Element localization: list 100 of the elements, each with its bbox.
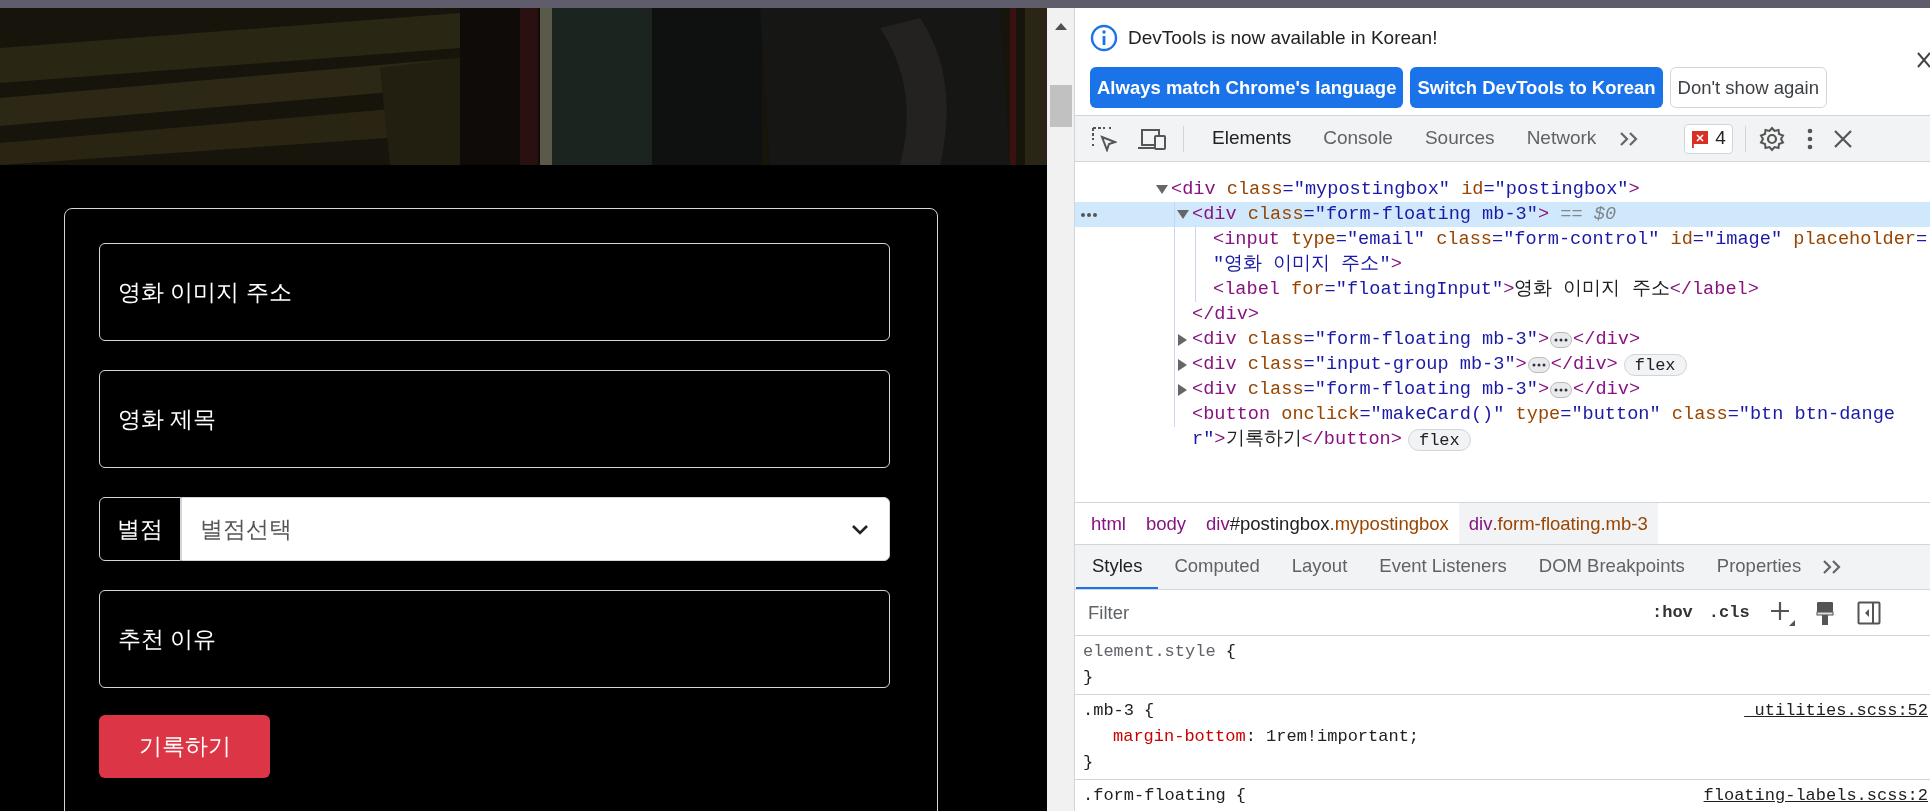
filter-toggle-button[interactable]: .cls <box>1703 599 1755 626</box>
caret-icon <box>851 523 869 535</box>
code-token: > <box>1537 328 1550 352</box>
styles-pane-tab[interactable]: DOM Breakpoints <box>1522 545 1701 589</box>
select-value: 별점선택 <box>200 514 292 544</box>
scrollbar-thumb[interactable] <box>1050 85 1072 127</box>
scroll-up-icon[interactable] <box>1055 22 1067 30</box>
code-token: class <box>1246 378 1304 402</box>
code-token: ="button" <box>1560 403 1661 427</box>
code-token: </label> <box>1669 278 1759 302</box>
source-link[interactable]: _utilities.scss:52 <box>1744 698 1928 724</box>
kebab-menu-icon[interactable] <box>1806 127 1813 150</box>
code-token: class <box>1435 228 1492 252</box>
code-token: "영화 이미지 주소" <box>1213 253 1391 277</box>
code-token: > <box>1503 278 1515 302</box>
code-token: </div> <box>1550 353 1618 377</box>
code-token: r" <box>1192 428 1215 452</box>
code-token: placeholder <box>1792 228 1916 252</box>
settings-icon[interactable] <box>1758 125 1785 152</box>
css-brace: { <box>1235 786 1247 805</box>
select-field[interactable]: 별점선택 <box>181 497 890 561</box>
code-token: class <box>1670 403 1728 427</box>
code-token: 영화 이미지 주소 <box>1514 278 1670 302</box>
device-toggle-icon[interactable] <box>1137 126 1167 151</box>
devtools-tab[interactable]: Sources <box>1408 116 1511 161</box>
css-selector: element.style <box>1083 642 1216 661</box>
breadcrumb-item[interactable]: div.form-floating.mb-3 <box>1458 503 1658 544</box>
input-field[interactable]: 추천 이유 <box>99 590 890 688</box>
css-selector: .mb-3 <box>1083 701 1134 720</box>
styles-pane-tab[interactable]: Styles <box>1076 545 1159 589</box>
code-token: ="form-floating mb-3" <box>1303 328 1538 352</box>
code-token: class <box>1246 353 1304 377</box>
code-token: onclick <box>1280 403 1360 427</box>
notice-text: DevTools is now available in Korean! <box>1128 25 1438 50</box>
code-token: class <box>1246 328 1304 352</box>
notice-button[interactable]: Don't show again <box>1669 67 1827 108</box>
styles-pane-tab[interactable]: Properties <box>1700 545 1818 589</box>
code-token: ="input-group mb-3" <box>1303 353 1516 377</box>
code-token: type <box>1290 228 1336 252</box>
code-token: </button> <box>1301 428 1402 452</box>
code-token: 기록하기 <box>1225 428 1302 452</box>
code-token: ="form-floating mb-3" <box>1303 203 1538 227</box>
code-token: class <box>1246 203 1304 227</box>
code-token: ="floatingInput" <box>1324 278 1504 302</box>
paint-brush-icon[interactable] <box>1814 599 1835 626</box>
code-token: <div <box>1192 353 1237 377</box>
flex-badge[interactable]: flex <box>1623 353 1687 376</box>
ellipsis-icon[interactable] <box>1527 356 1550 373</box>
code-token: </div> <box>1573 328 1641 352</box>
inspect-icon[interactable] <box>1091 125 1117 152</box>
sidebar-toggle-icon[interactable] <box>1856 600 1881 625</box>
code-token: > <box>1515 353 1527 377</box>
styles-pane-tab[interactable]: Layout <box>1275 545 1364 589</box>
code-token: > <box>1214 428 1226 452</box>
devtools-tab[interactable]: Console <box>1307 116 1409 161</box>
error-count-button[interactable]: 4 <box>1684 123 1733 154</box>
breadcrumb-item[interactable]: body <box>1135 503 1197 544</box>
notice-button[interactable]: Always match Chrome's language <box>1090 67 1404 108</box>
code-token: ="image" <box>1692 228 1783 252</box>
source-link[interactable]: floating-labels.scss:2 <box>1703 783 1928 809</box>
code-token: > <box>1537 203 1550 227</box>
css-value: : 1rem!important; <box>1245 727 1420 746</box>
ellipsis-icon[interactable] <box>1550 331 1573 348</box>
code-token: ="mypostingbox" <box>1282 178 1450 202</box>
add-rule-icon[interactable] <box>1768 599 1795 626</box>
breadcrumb-item[interactable]: div#postingbox.mypostingbox <box>1196 503 1459 544</box>
node-actions-icon[interactable] <box>1080 212 1098 218</box>
css-brace: } <box>1083 752 1095 774</box>
devtools-tab[interactable]: Elements <box>1196 116 1308 161</box>
code-token: == $0 <box>1559 203 1617 227</box>
error-flag-icon <box>1691 129 1710 148</box>
code-token: > <box>1390 253 1402 277</box>
code-token: </div> <box>1192 304 1259 325</box>
ellipsis-icon[interactable] <box>1550 381 1573 398</box>
submit-button[interactable]: 기록하기 <box>99 715 270 778</box>
code-token: ="form-floating mb-3" <box>1303 378 1538 402</box>
close-icon[interactable] <box>1832 128 1853 149</box>
input-field[interactable]: 영화 이미지 주소 <box>99 243 890 341</box>
input-field[interactable]: 영화 제목 <box>99 370 890 468</box>
styles-pane-tab[interactable]: Computed <box>1158 545 1276 589</box>
notice-button[interactable]: Switch DevTools to Korean <box>1410 67 1663 108</box>
scrollbar[interactable] <box>1047 8 1075 811</box>
devtools-tab[interactable]: Network <box>1510 116 1613 161</box>
code-token: id <box>1460 178 1484 202</box>
css-property: margin-bottom <box>1113 727 1246 746</box>
code-token: <input <box>1213 228 1280 252</box>
close-icon[interactable] <box>1916 50 1930 70</box>
code-token: class <box>1225 178 1283 202</box>
flex-badge[interactable]: flex <box>1407 428 1471 451</box>
code-token: ="btn btn-dange <box>1727 403 1895 427</box>
input-label: 별점 <box>99 497 181 561</box>
code-token: ="postingbox" <box>1483 178 1629 202</box>
css-brace: { <box>1144 701 1155 720</box>
filter-toggle-button[interactable]: :hov <box>1647 599 1698 626</box>
code-token: type <box>1514 403 1561 427</box>
code-token: > <box>1628 178 1640 202</box>
breadcrumb-item[interactable]: html <box>1081 503 1136 544</box>
info-icon <box>1090 24 1118 52</box>
selected-node-highlight[interactable]: <div class="form-floating mb-3"> == $0 <box>1075 202 1930 227</box>
styles-pane-tab[interactable]: Event Listeners <box>1363 545 1523 589</box>
